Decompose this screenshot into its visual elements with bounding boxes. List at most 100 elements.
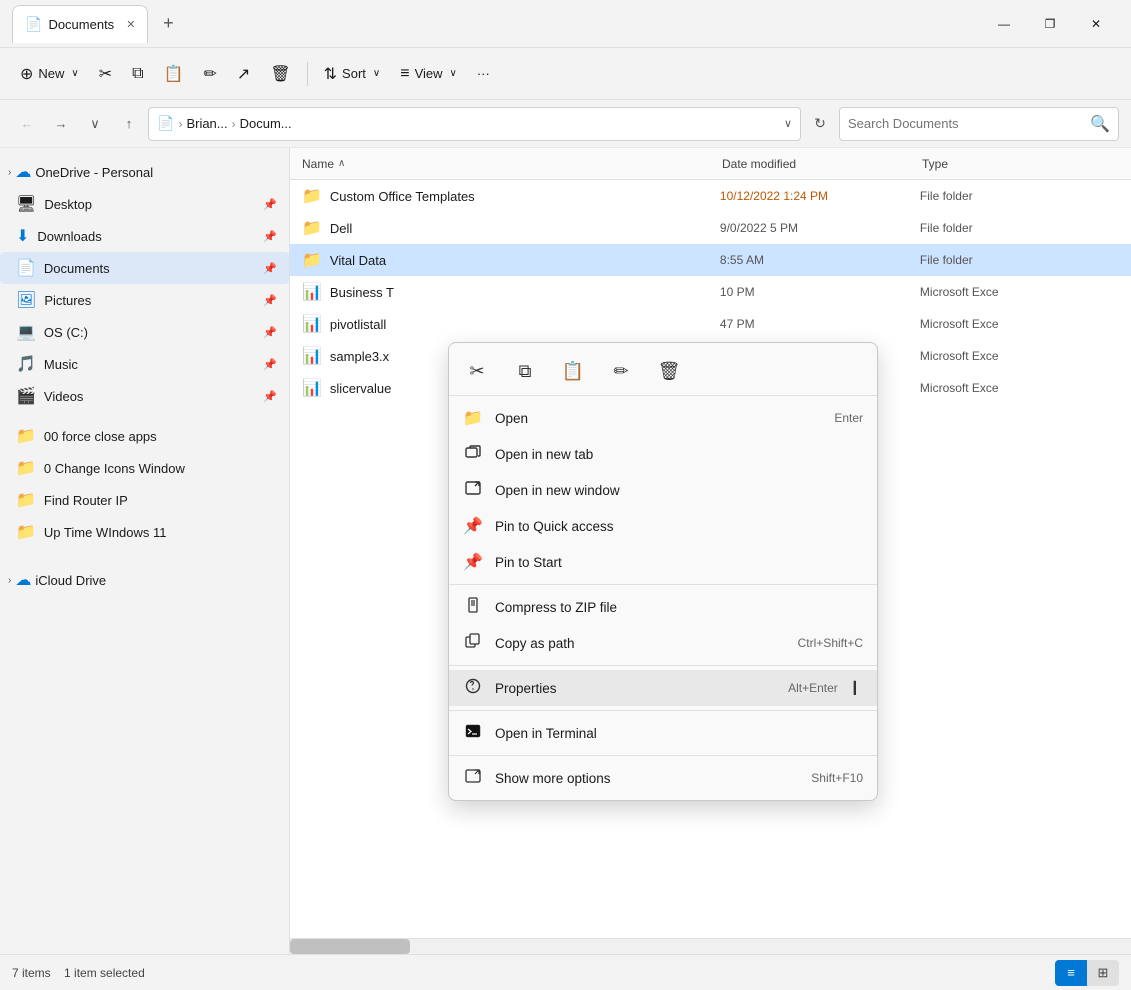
ctx-compress-zip[interactable]: Compress to ZIP file [449,589,877,625]
ctx-open-new-tab[interactable]: Open in new tab [449,436,877,472]
ctx-open-terminal[interactable]: Open in Terminal [449,715,877,751]
ctx-divider-3 [449,710,877,711]
sidebar-item-pictures[interactable]: 🖼 Pictures 📌 [0,284,289,316]
list-view-button[interactable]: ≡ [1055,960,1087,986]
type-column-header[interactable]: Type [922,157,1119,171]
file-name: Vital Data [330,253,720,268]
refresh-button[interactable]: ↻ [805,109,835,139]
view-chevron-icon: ∨ [450,68,457,79]
documents-tab[interactable]: 📄 Documents ✕ [12,5,148,43]
ctx-pin-quick-access-label: Pin to Quick access [495,519,851,534]
sidebar-item-desktop[interactable]: 🖥 Desktop 📌 [0,188,289,220]
more-button[interactable]: ··· [469,56,498,92]
table-row[interactable]: 📁 Vital Data 8:55 AM File folder [290,244,1131,276]
sidebar-item-videos[interactable]: 🎬 Videos 📌 [0,380,289,412]
sidebar-item-osc[interactable]: 💻 OS (C:) 📌 [0,316,289,348]
ctx-copy-as-path[interactable]: Copy as path Ctrl+Shift+C [449,625,877,661]
paste-button[interactable]: 📋 [156,56,192,92]
new-label: New [38,66,64,81]
delete-button[interactable]: 🗑 [262,56,298,92]
sidebar-item-documents[interactable]: 📄 Documents 📌 [0,252,289,284]
pin-quick-access-icon: 📌 [463,516,483,536]
ctx-cut-button[interactable]: ✂ [461,355,493,387]
view-icon: ≡ [400,65,409,83]
search-input[interactable] [848,116,1084,131]
ctx-delete-button[interactable]: 🗑 [653,355,685,387]
folder-icon: 📁 [302,218,322,238]
close-button[interactable]: ✕ [1073,8,1119,40]
ctx-properties-shortcut: Alt+Enter [788,681,838,695]
ctx-pin-quick-access[interactable]: 📌 Pin to Quick access [449,508,877,544]
view-button[interactable]: ≡ View ∨ [392,56,465,92]
ctx-properties-label: Properties [495,681,776,696]
addr-dropdown-icon[interactable]: ∨ [784,117,792,130]
dropdown-icon: ∨ [90,116,100,132]
ctx-open-new-window[interactable]: Open in new window [449,472,877,508]
minimize-button[interactable]: — [981,8,1027,40]
file-name: Custom Office Templates [330,189,720,204]
table-row[interactable]: 📁 Dell 9/0/2022 5 PM File folder [290,212,1131,244]
title-bar-controls: — ❐ ✕ [981,8,1119,40]
sidebar-item-label: Downloads [37,229,253,244]
sort-button[interactable]: ⇅ Sort ∨ [316,56,389,92]
recent-locations-button[interactable]: ∨ [80,109,110,139]
open-new-tab-icon [463,444,483,465]
up-directory-button[interactable]: ↑ [114,109,144,139]
onedrive-section[interactable]: › ☁ OneDrive - Personal [0,156,289,188]
downloads-icon: ⬇ [16,226,29,246]
addr-breadcrumb-2: Docum... [240,116,292,131]
ctx-copy-button[interactable]: ⧉ [509,355,541,387]
ctx-pin-start-label: Pin to Start [495,555,851,570]
table-row[interactable]: 📁 Custom Office Templates 10/12/2022 1:2… [290,180,1131,212]
ctx-paste-button[interactable]: 📋 [557,355,589,387]
grid-view-button[interactable]: ⊞ [1087,960,1119,986]
sidebar-item-findrouter[interactable]: 📁 Find Router IP [0,484,289,516]
search-bar[interactable]: 🔍 [839,107,1119,141]
pin-icon: 📌 [263,198,277,211]
ctx-show-more-options-shortcut: Shift+F10 [811,771,863,785]
ctx-compress-zip-label: Compress to ZIP file [495,600,851,615]
forward-button[interactable]: → [46,109,76,139]
tab-close-button[interactable]: ✕ [126,18,135,31]
ctx-properties[interactable]: Properties Alt+Enter ▎ [449,670,877,706]
new-tab-button[interactable]: + [152,8,184,40]
file-type: File folder [920,253,1119,267]
rename-button[interactable]: ✏ [196,56,225,92]
new-button[interactable]: ⊕ New ∨ [12,56,87,92]
table-row[interactable]: 📊 pivotlistall 47 PM Microsoft Exce [290,308,1131,340]
ctx-pin-start[interactable]: 📌 Pin to Start [449,544,877,580]
icloud-section[interactable]: › ☁ iCloud Drive [0,564,289,596]
sidebar-item-uptime[interactable]: 📁 Up Time WIndows 11 [0,516,289,548]
copy-button[interactable]: ⧉ [124,56,151,92]
address-bar[interactable]: 📄 › Brian... › Docum... ∨ [148,107,801,141]
date-column-header[interactable]: Date modified [722,157,922,171]
sidebar-item-0change[interactable]: 📁 0 Change Icons Window [0,452,289,484]
horizontal-scrollbar[interactable] [290,938,1131,954]
back-button[interactable]: ← [12,109,42,139]
sidebar-item-00force[interactable]: 📁 00 force close apps [0,420,289,452]
name-column-header[interactable]: Name ∧ [302,157,722,171]
ctx-open-shortcut: Enter [834,411,863,425]
show-more-icon [463,768,483,789]
file-type: File folder [920,221,1119,235]
maximize-button[interactable]: ❐ [1027,8,1073,40]
sidebar-item-music[interactable]: 🎵 Music 📌 [0,348,289,380]
sidebar-item-label: OS (C:) [44,325,253,340]
pin-icon: 📌 [263,358,277,371]
share-icon: ↗ [237,64,250,84]
sort-chevron-icon: ∨ [373,68,380,79]
ctx-show-more-options[interactable]: Show more options Shift+F10 [449,760,877,796]
file-type: Microsoft Exce [920,381,1119,395]
cut-button[interactable]: ✂ [91,56,120,92]
cut-icon: ✂ [99,64,112,84]
table-row[interactable]: 📊 Business T 10 PM Microsoft Exce [290,276,1131,308]
file-type: Microsoft Exce [920,285,1119,299]
sidebar-item-downloads[interactable]: ⬇ Downloads 📌 [0,220,289,252]
ctx-open[interactable]: 📁 Open Enter [449,400,877,436]
terminal-icon [463,723,483,744]
share-button[interactable]: ↗ [229,56,258,92]
ctx-divider-4 [449,755,877,756]
ctx-rename-button[interactable]: ✏ [605,355,637,387]
file-date: 10 PM [720,285,920,299]
up-icon: ↑ [126,116,133,131]
